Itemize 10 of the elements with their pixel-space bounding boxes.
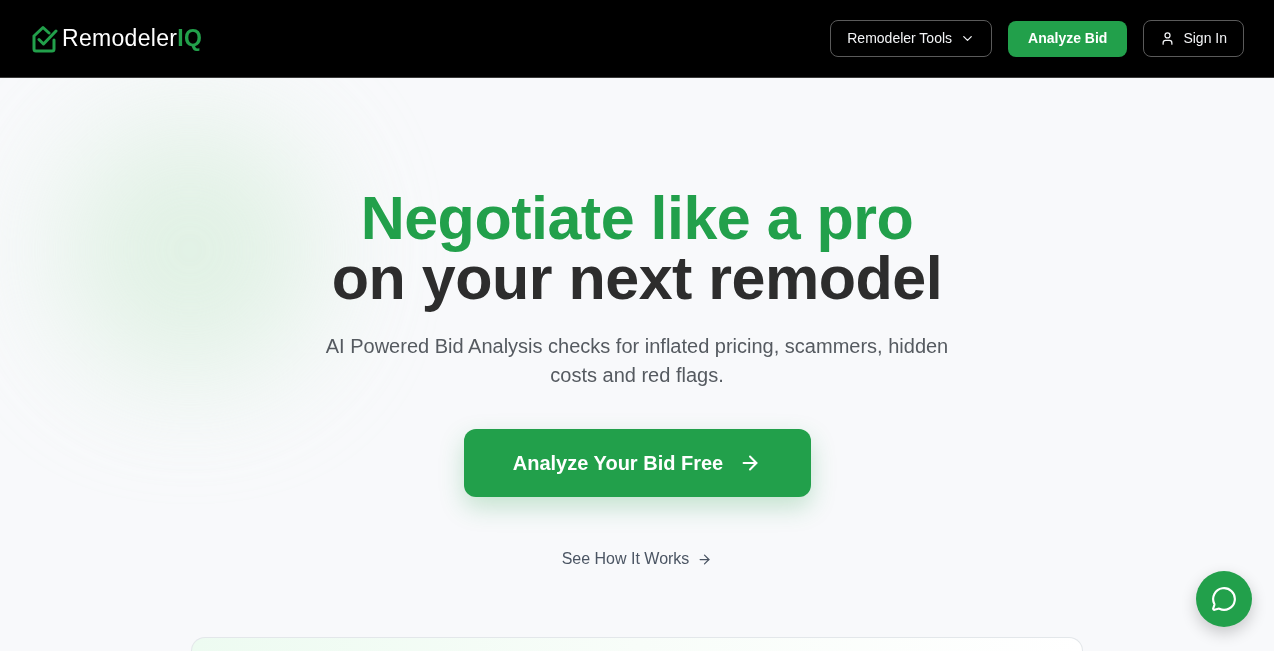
see-how-it-works-link[interactable]: See How It Works <box>561 547 713 571</box>
house-check-icon[interactable] <box>32 24 58 53</box>
user-icon <box>1160 31 1176 46</box>
logo-wordmark[interactable]: RemodelerIQ <box>62 21 203 56</box>
chat-button[interactable] <box>1196 571 1252 627</box>
sign-in-button[interactable]: Sign In <box>1143 20 1244 57</box>
tools-dropdown[interactable]: Remodeler Tools <box>830 20 993 57</box>
chat-bubble-icon <box>1211 586 1237 612</box>
hero-subtitle: AI Powered Bid Analysis checks for inflated pricing, scammers, hidden costs and red flags. <box>324 334 950 388</box>
arrow-right-icon <box>697 551 713 567</box>
